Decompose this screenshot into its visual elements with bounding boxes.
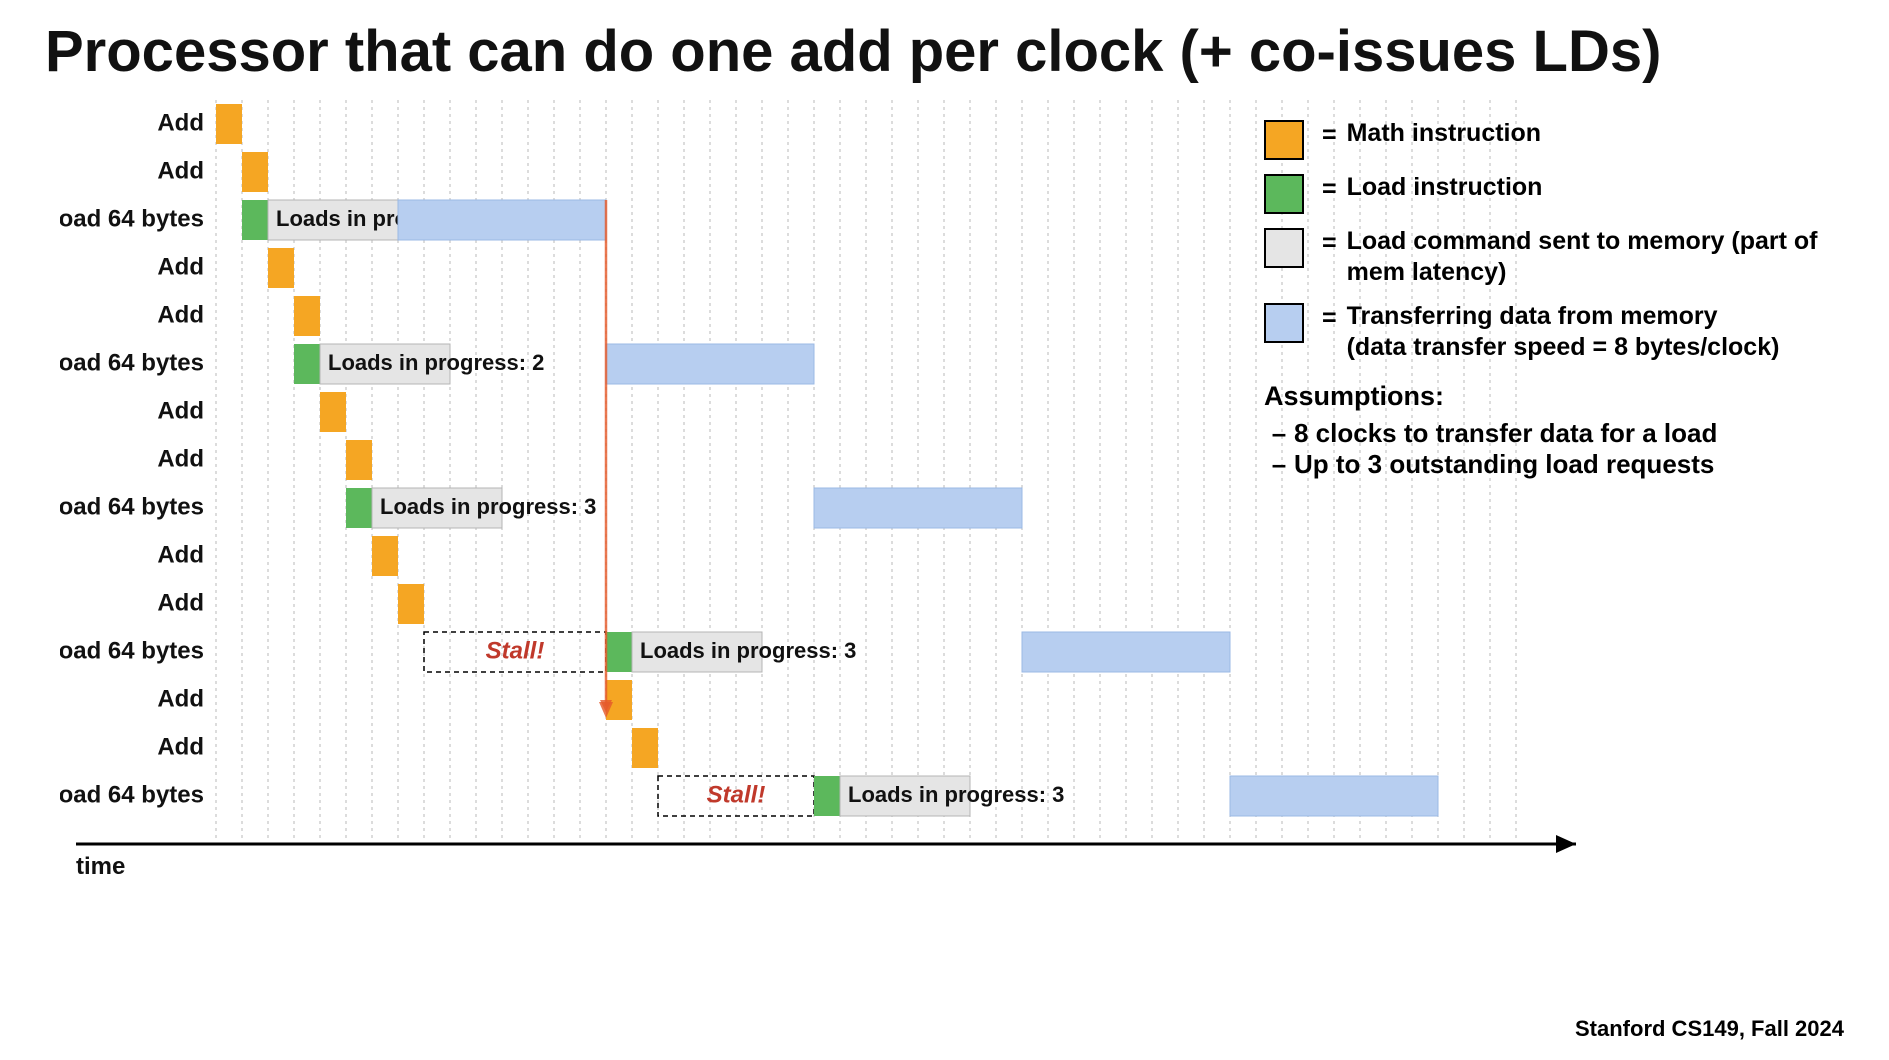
- assumption-item: –Up to 3 outstanding load requests: [1264, 449, 1844, 480]
- bar-xfer: [814, 488, 1022, 528]
- bar-add: [242, 152, 268, 192]
- bar-add: [320, 392, 346, 432]
- bar-add: [346, 440, 372, 480]
- bar-add: [216, 104, 242, 144]
- row-label: Add: [157, 109, 204, 136]
- row-label: Add: [157, 301, 204, 328]
- row-label: Load 64 bytes: [60, 781, 204, 808]
- legend-text: Load instruction: [1347, 172, 1543, 203]
- bar-add: [268, 248, 294, 288]
- row-label: Add: [157, 733, 204, 760]
- row-label: Add: [157, 397, 204, 424]
- bar-xfer: [606, 344, 814, 384]
- legend-item-math: = Math instruction: [1264, 118, 1844, 160]
- equals-icon: =: [1322, 304, 1337, 333]
- bar-load: [606, 632, 632, 672]
- loads-in-progress-label: Loads in progress: 2: [328, 350, 544, 375]
- row-label: Add: [157, 253, 204, 280]
- loads-in-progress-label: Loads in progress: 3: [380, 494, 596, 519]
- bar-add: [632, 728, 658, 768]
- row-label: Load 64 bytes: [60, 205, 204, 232]
- slide-title: Processor that can do one add per clock …: [45, 18, 1661, 85]
- bar-add: [398, 584, 424, 624]
- bar-xfer: [1230, 776, 1438, 816]
- bar-add: [372, 536, 398, 576]
- bar-load: [242, 200, 268, 240]
- loads-in-progress-label: Loads in progress: 3: [640, 638, 856, 663]
- row-label: Add: [157, 589, 204, 616]
- slide-footer: Stanford CS149, Fall 2024: [1575, 1016, 1844, 1042]
- legend-text: Math instruction: [1347, 118, 1541, 149]
- row-label: Add: [157, 445, 204, 472]
- legend: = Math instruction = Load instruction = …: [1264, 118, 1844, 480]
- bar-add: [294, 296, 320, 336]
- stall-label: Stall!: [707, 781, 766, 808]
- bar-xfer: [398, 200, 606, 240]
- swatch-cmd-icon: [1264, 228, 1304, 268]
- equals-icon: =: [1322, 175, 1337, 204]
- legend-item-load: = Load instruction: [1264, 172, 1844, 214]
- bar-load: [814, 776, 840, 816]
- row-label: Add: [157, 157, 204, 184]
- stall-label: Stall!: [486, 637, 545, 664]
- legend-item-xfer: = Transferring data from memory (data tr…: [1264, 301, 1844, 364]
- bar-xfer: [1022, 632, 1230, 672]
- bar-load: [346, 488, 372, 528]
- equals-icon: =: [1322, 121, 1337, 150]
- row-label: Load 64 bytes: [60, 349, 204, 376]
- swatch-xfer-icon: [1264, 303, 1304, 343]
- bar-load: [294, 344, 320, 384]
- row-label: Load 64 bytes: [60, 493, 204, 520]
- assumptions-header: Assumptions:: [1264, 381, 1844, 412]
- equals-icon: =: [1322, 229, 1337, 258]
- swatch-load-icon: [1264, 174, 1304, 214]
- time-axis-label: time: [76, 853, 125, 880]
- swatch-math-icon: [1264, 120, 1304, 160]
- row-label: Load 64 bytes: [60, 637, 204, 664]
- axis-arrow-icon: [1556, 835, 1576, 853]
- row-label: Add: [157, 541, 204, 568]
- legend-item-cmd: = Load command sent to memory (part of m…: [1264, 226, 1844, 289]
- legend-text: Load command sent to memory (part of mem…: [1347, 226, 1844, 289]
- assumption-item: –8 clocks to transfer data for a load: [1264, 418, 1844, 449]
- row-label: Add: [157, 685, 204, 712]
- loads-in-progress-label: Loads in progress: 3: [848, 782, 1064, 807]
- legend-text: Transferring data from memory (data tran…: [1347, 301, 1780, 364]
